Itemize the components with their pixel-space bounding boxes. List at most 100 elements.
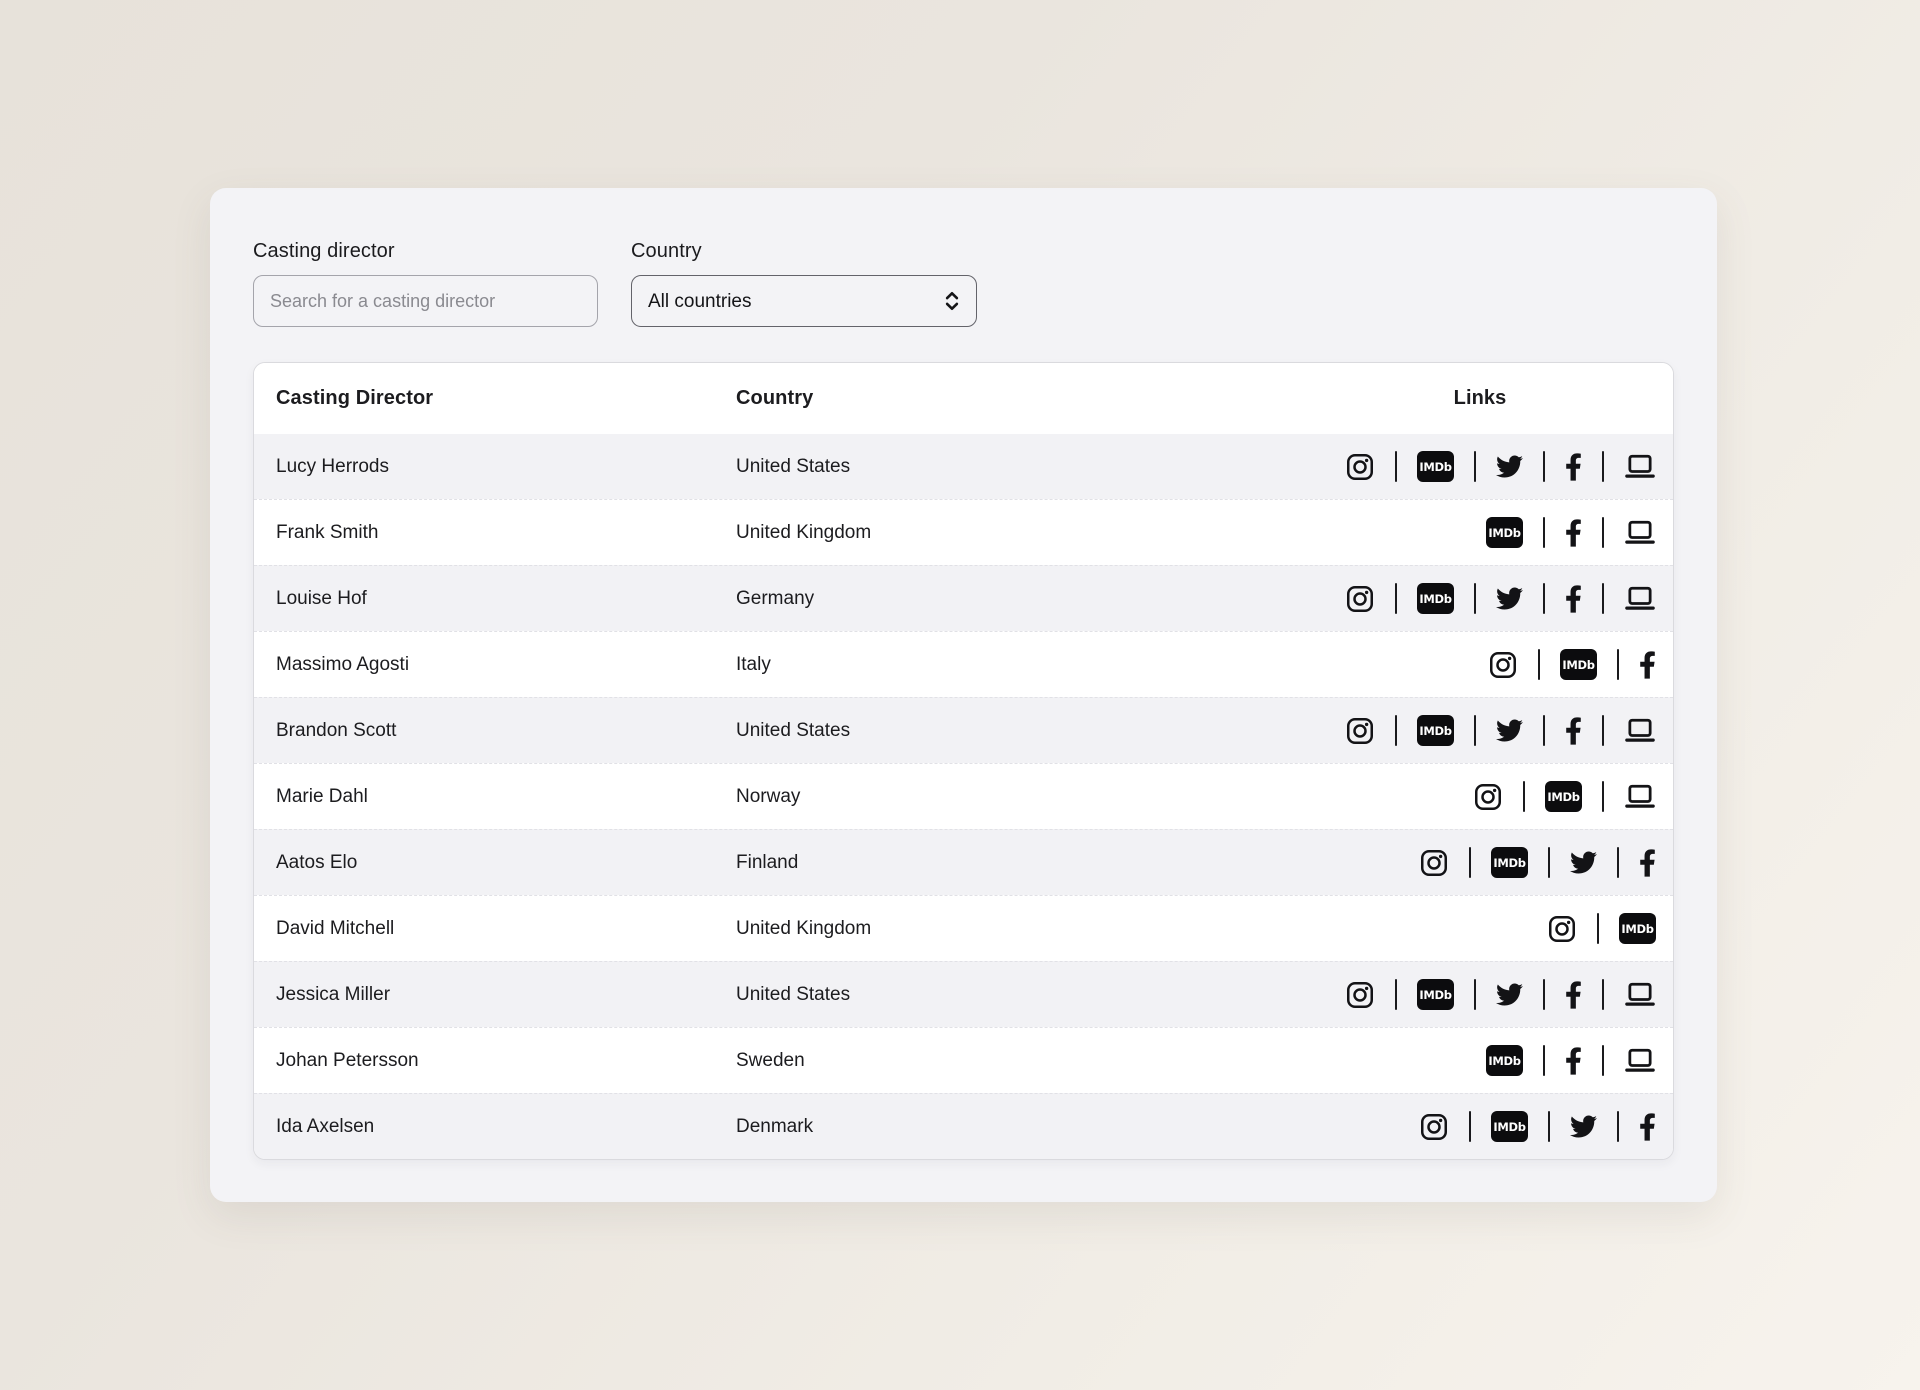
column-header-links: Links — [1304, 387, 1656, 410]
link-divider — [1602, 1045, 1604, 1076]
directors-table: Casting Director Country Links Lucy Herr… — [253, 362, 1674, 1160]
website-icon[interactable] — [1624, 1046, 1656, 1075]
link-divider — [1602, 781, 1604, 812]
facebook-icon[interactable] — [1565, 716, 1582, 746]
country-select[interactable]: All countries — [631, 275, 977, 327]
links-cell: IMDb — [1304, 583, 1656, 614]
link-divider — [1543, 451, 1545, 482]
link-divider — [1474, 451, 1476, 482]
instagram-icon[interactable] — [1345, 716, 1375, 746]
website-icon[interactable] — [1624, 452, 1656, 481]
director-country: Sweden — [736, 1050, 1304, 1072]
director-country: Germany — [736, 588, 1304, 610]
table-row: Massimo Agosti Italy IMDb — [254, 631, 1673, 697]
director-filter-field: Casting director — [253, 238, 598, 327]
links-cell: IMDb — [1304, 781, 1656, 812]
link-divider — [1469, 847, 1471, 878]
facebook-icon[interactable] — [1565, 1046, 1582, 1076]
imdb-icon[interactable]: IMDb — [1560, 649, 1597, 680]
website-icon[interactable] — [1624, 584, 1656, 613]
facebook-icon[interactable] — [1565, 980, 1582, 1010]
director-country: United Kingdom — [736, 918, 1304, 940]
facebook-icon[interactable] — [1565, 584, 1582, 614]
link-divider — [1602, 583, 1604, 614]
twitter-icon[interactable] — [1496, 453, 1523, 480]
facebook-icon[interactable] — [1639, 1112, 1656, 1142]
instagram-icon[interactable] — [1473, 782, 1503, 812]
link-divider — [1602, 979, 1604, 1010]
links-cell: IMDb — [1304, 451, 1656, 482]
imdb-icon[interactable]: IMDb — [1417, 979, 1454, 1010]
website-icon[interactable] — [1624, 716, 1656, 745]
links-cell: IMDb — [1304, 649, 1656, 680]
twitter-icon[interactable] — [1570, 1113, 1597, 1140]
website-icon[interactable] — [1624, 518, 1656, 547]
page: { "filters": { "director_label": "Castin… — [0, 0, 1920, 1390]
link-divider — [1538, 649, 1540, 680]
links-cell: IMDb — [1304, 1111, 1656, 1142]
director-country: United Kingdom — [736, 522, 1304, 544]
link-divider — [1617, 649, 1619, 680]
facebook-icon[interactable] — [1639, 650, 1656, 680]
link-divider — [1474, 715, 1476, 746]
table-row: Lucy Herrods United States IMDb — [254, 434, 1673, 499]
instagram-icon[interactable] — [1345, 584, 1375, 614]
imdb-icon[interactable]: IMDb — [1417, 583, 1454, 614]
imdb-icon[interactable]: IMDb — [1486, 1045, 1523, 1076]
director-name: Lucy Herrods — [276, 456, 736, 478]
imdb-icon[interactable]: IMDb — [1417, 451, 1454, 482]
facebook-icon[interactable] — [1639, 848, 1656, 878]
director-name: Johan Petersson — [276, 1050, 736, 1072]
instagram-icon[interactable] — [1419, 1112, 1449, 1142]
director-country: United States — [736, 984, 1304, 1006]
column-header-country: Country — [736, 387, 1304, 410]
link-divider — [1548, 1111, 1550, 1142]
imdb-icon[interactable]: IMDb — [1486, 517, 1523, 548]
website-icon[interactable] — [1624, 782, 1656, 811]
table-row: Brandon Scott United States IMDb — [254, 697, 1673, 763]
table-body: Lucy Herrods United States IMDb Frank Sm… — [254, 434, 1673, 1159]
link-divider — [1474, 979, 1476, 1010]
imdb-icon[interactable]: IMDb — [1417, 715, 1454, 746]
link-divider — [1602, 517, 1604, 548]
link-divider — [1474, 583, 1476, 614]
imdb-icon[interactable]: IMDb — [1491, 847, 1528, 878]
director-country: Norway — [736, 786, 1304, 808]
instagram-icon[interactable] — [1547, 914, 1577, 944]
twitter-icon[interactable] — [1496, 717, 1523, 744]
search-input[interactable] — [253, 275, 598, 327]
imdb-icon[interactable]: IMDb — [1545, 781, 1582, 812]
link-divider — [1523, 781, 1525, 812]
instagram-icon[interactable] — [1488, 650, 1518, 680]
instagram-icon[interactable] — [1345, 980, 1375, 1010]
director-name: Jessica Miller — [276, 984, 736, 1006]
links-cell: IMDb — [1304, 847, 1656, 878]
instagram-icon[interactable] — [1419, 848, 1449, 878]
director-filter-label: Casting director — [253, 238, 598, 264]
twitter-icon[interactable] — [1570, 849, 1597, 876]
website-icon[interactable] — [1624, 980, 1656, 1009]
facebook-icon[interactable] — [1565, 452, 1582, 482]
imdb-icon[interactable]: IMDb — [1491, 1111, 1528, 1142]
link-divider — [1602, 715, 1604, 746]
link-divider — [1395, 583, 1397, 614]
country-filter-label: Country — [631, 238, 977, 264]
table-row: Johan Petersson Sweden IMDb — [254, 1027, 1673, 1093]
table-header-row: Casting Director Country Links — [254, 363, 1673, 434]
links-cell: IMDb — [1304, 913, 1656, 944]
facebook-icon[interactable] — [1565, 518, 1582, 548]
link-divider — [1543, 1045, 1545, 1076]
director-country: United States — [736, 456, 1304, 478]
country-filter-field: Country All countries — [631, 238, 977, 327]
instagram-icon[interactable] — [1345, 452, 1375, 482]
link-divider — [1617, 847, 1619, 878]
link-divider — [1543, 715, 1545, 746]
imdb-icon[interactable]: IMDb — [1619, 913, 1656, 944]
director-name: Louise Hof — [276, 588, 736, 610]
twitter-icon[interactable] — [1496, 981, 1523, 1008]
twitter-icon[interactable] — [1496, 585, 1523, 612]
table-row: Louise Hof Germany IMDb — [254, 565, 1673, 631]
links-cell: IMDb — [1304, 715, 1656, 746]
filters-bar: Casting director Country All countries — [253, 238, 1674, 327]
column-header-casting-director: Casting Director — [276, 387, 736, 410]
